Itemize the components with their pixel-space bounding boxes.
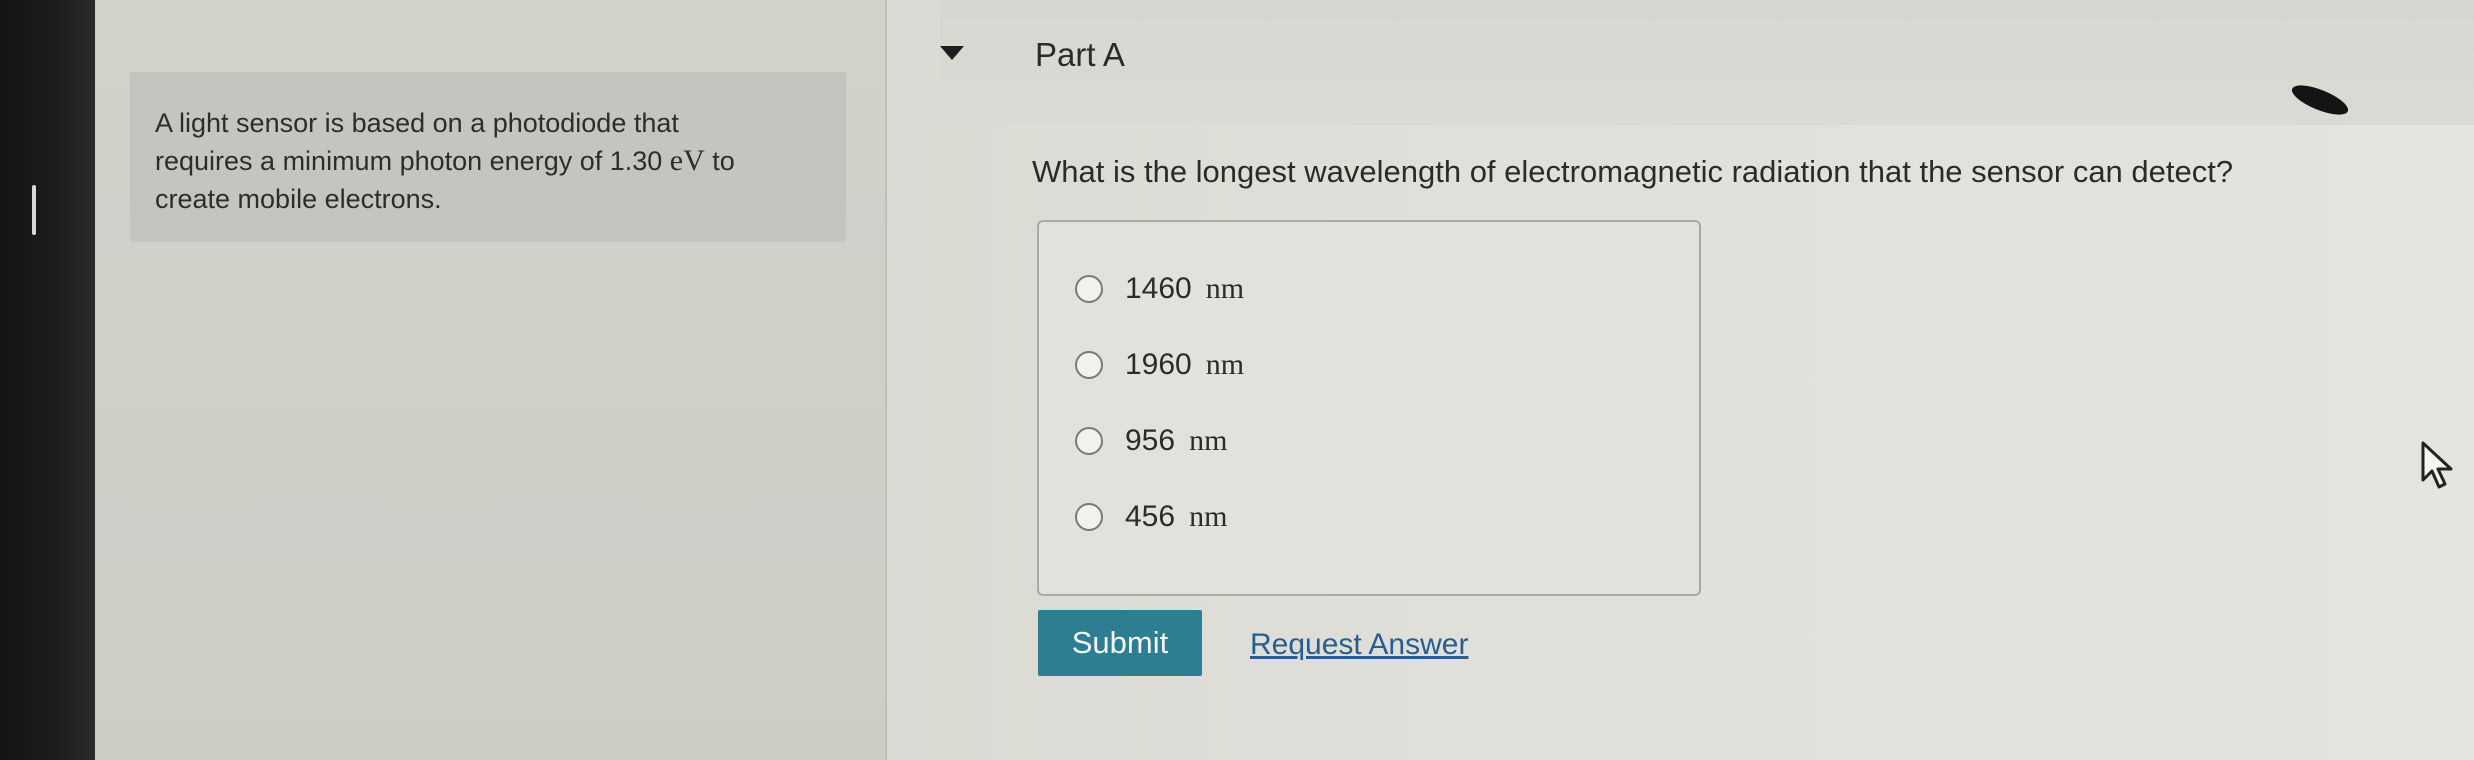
option-value: 956 bbox=[1125, 424, 1176, 457]
question-text: What is the longest wavelength of electr… bbox=[1032, 154, 2234, 189]
option-unit: nm bbox=[1189, 500, 1228, 533]
intro-line-2-prefix: requires a minimum photon energy of 1.30 bbox=[155, 146, 663, 176]
radio-button[interactable] bbox=[1075, 351, 1103, 379]
option-unit: nm bbox=[1205, 272, 1245, 305]
monitor-bezel bbox=[0, 0, 95, 760]
pane-divider bbox=[885, 0, 887, 760]
answer-options: 1460 nm 1960 nm 956 nm 456 nm bbox=[1037, 220, 1701, 596]
option-value: 1460 bbox=[1125, 272, 1192, 305]
option-1[interactable]: 1460 nm bbox=[1075, 269, 1244, 309]
request-answer-link[interactable]: Request Answer bbox=[1250, 628, 1468, 662]
bezel-mark bbox=[32, 185, 36, 235]
intro-line-2: requires a minimum photon energy of 1.30… bbox=[155, 142, 835, 180]
intro-line-2-suffix: to bbox=[712, 146, 735, 176]
part-title: Part A bbox=[1035, 36, 1125, 73]
problem-statement: A light sensor is based on a photodiode … bbox=[155, 104, 835, 218]
part-a-header[interactable]: Part A bbox=[940, 36, 2474, 80]
energy-unit: eV bbox=[669, 144, 705, 177]
option-2[interactable]: 1960 nm bbox=[1075, 345, 1244, 385]
intro-line-3: create mobile electrons. bbox=[155, 184, 442, 214]
option-4[interactable]: 456 nm bbox=[1075, 497, 1227, 537]
option-value: 456 bbox=[1125, 500, 1176, 533]
submit-button[interactable]: Submit bbox=[1038, 610, 1202, 676]
option-value: 1960 bbox=[1125, 348, 1192, 381]
mouse-pointer-icon bbox=[2421, 441, 2453, 489]
option-unit: nm bbox=[1205, 348, 1245, 381]
radio-button[interactable] bbox=[1075, 503, 1103, 531]
radio-button[interactable] bbox=[1075, 275, 1103, 303]
intro-line-1: A light sensor is based on a photodiode … bbox=[155, 108, 679, 138]
option-3[interactable]: 956 nm bbox=[1075, 421, 1227, 461]
collapse-caret-icon[interactable] bbox=[940, 46, 964, 60]
radio-button[interactable] bbox=[1075, 427, 1103, 455]
option-unit: nm bbox=[1189, 424, 1228, 457]
